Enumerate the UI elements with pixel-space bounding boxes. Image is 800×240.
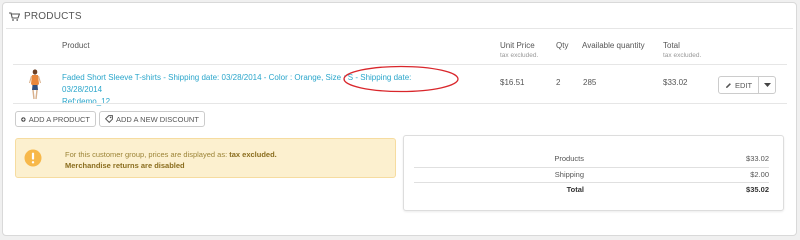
summary-divider: [414, 182, 769, 183]
panel-title: PRODUCTS: [24, 10, 82, 22]
unit-price-tax-note: tax excluded.: [500, 52, 539, 59]
shipping-value: $2.00: [750, 170, 769, 179]
exclamation-circle-icon: [24, 149, 42, 167]
notice-line1-emphasis: tax excluded.: [229, 150, 277, 159]
total-summary-value: $35.02: [746, 185, 769, 194]
add-product-label: ADD A PRODUCT: [28, 114, 90, 124]
column-header-unit-price: Unit Price tax excluded.: [500, 41, 538, 60]
available-quantity-value: 285: [583, 78, 597, 87]
column-header-qty: Qty: [556, 41, 569, 50]
edit-dropdown-toggle[interactable]: [759, 77, 775, 93]
edit-button-group: EDIT: [718, 76, 777, 94]
heading-divider: [6, 28, 793, 29]
annotation-ellipse: [343, 65, 459, 93]
plus-circle-icon: [21, 116, 26, 122]
edit-button[interactable]: EDIT: [719, 77, 760, 93]
column-header-available: Available quantity: [582, 41, 645, 50]
column-header-total: Total tax excluded.: [663, 41, 701, 60]
products-value: $33.02: [746, 154, 769, 163]
edit-label: EDIT: [735, 80, 753, 90]
summary-row-products: Products $33.02: [414, 154, 769, 168]
customer-group-notice: For this customer group, prices are disp…: [15, 138, 396, 178]
add-discount-button[interactable]: ADD A NEW DISCOUNT: [99, 111, 205, 127]
total-summary-label: Total: [566, 185, 584, 194]
alert-icon-box: [16, 139, 50, 177]
summary-divider: [414, 167, 769, 168]
product-thumbnail[interactable]: [24, 68, 46, 100]
total-label: Total: [663, 41, 680, 50]
add-discount-label: ADD A NEW DISCOUNT: [116, 114, 199, 124]
order-totals-panel: Products $33.02 Shipping $2.00 Total $35…: [403, 135, 784, 211]
notice-line2: Merchandise returns are disabled: [65, 161, 185, 170]
summary-row-total: Total $35.02: [414, 185, 769, 199]
notice-text: For this customer group, prices are disp…: [65, 149, 277, 171]
shopping-cart-icon: [9, 11, 20, 21]
notice-line1-prefix: For this customer group, prices are disp…: [65, 150, 230, 159]
product-reference: Ref:demo_12: [62, 97, 111, 106]
shipping-label: Shipping: [554, 170, 584, 179]
add-product-button[interactable]: ADD A PRODUCT: [15, 111, 96, 127]
total-tax-note: tax excluded.: [663, 52, 702, 59]
qty-value: 2: [556, 78, 561, 87]
table-row-divider: [13, 103, 787, 104]
products-label: Products: [554, 154, 584, 163]
total-value: $33.02: [663, 78, 688, 87]
caret-down-icon: [763, 83, 771, 87]
column-header-product: Product: [62, 41, 90, 50]
unit-price-label: Unit Price: [500, 41, 535, 50]
unit-price-value: $16.51: [500, 78, 525, 87]
panel-heading: PRODUCTS: [9, 9, 82, 23]
pencil-icon: [726, 82, 731, 88]
tag-icon: [105, 115, 113, 123]
